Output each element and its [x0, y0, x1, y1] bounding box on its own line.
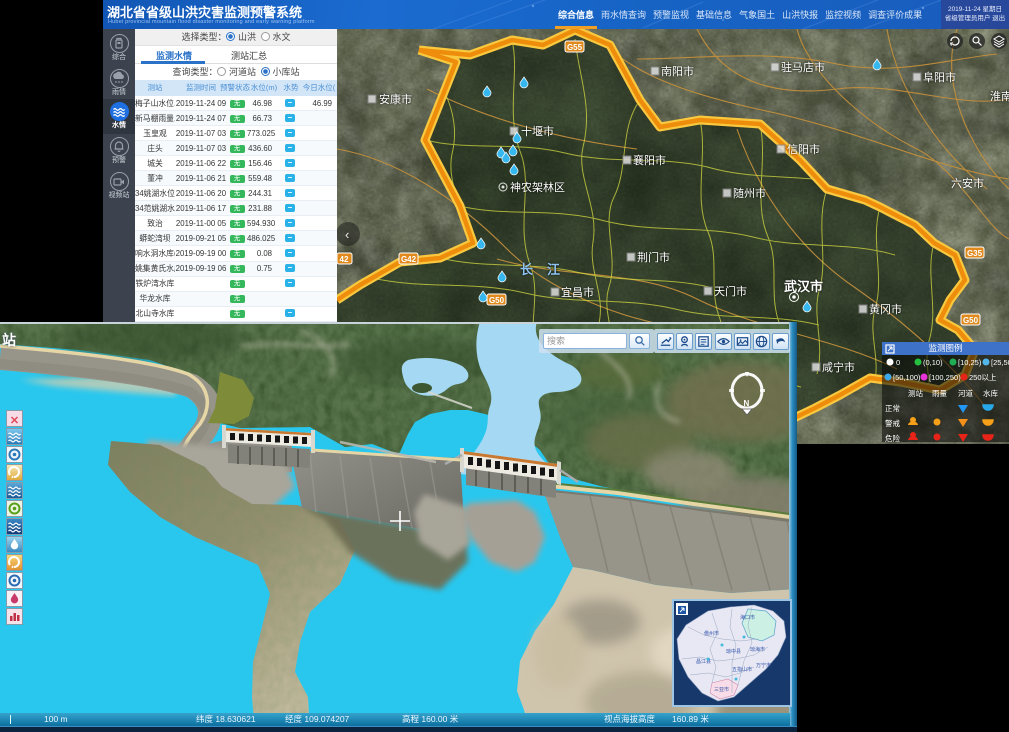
- svg-text:十堰市: 十堰市: [521, 124, 554, 138]
- svg-text:250以上: 250以上: [969, 373, 997, 382]
- svg-text:[25,50: [25,50: [991, 358, 1009, 367]
- svg-text:G35: G35: [967, 249, 983, 258]
- svg-text:水库: 水库: [983, 388, 998, 398]
- svg-text:神农架林区: 神农架林区: [510, 180, 565, 194]
- svg-text:警戒: 警戒: [885, 418, 900, 428]
- svg-text:长江: 长江: [520, 262, 574, 277]
- svg-text:南阳市: 南阳市: [661, 64, 694, 78]
- svg-text:海口市: 海口市: [740, 614, 755, 621]
- svg-text:荆门市: 荆门市: [637, 250, 670, 264]
- svg-text:三亚市: 三亚市: [714, 686, 729, 693]
- svg-text:随州市: 随州市: [733, 186, 766, 200]
- svg-text:黄冈市: 黄冈市: [869, 302, 902, 316]
- svg-text:G55: G55: [567, 43, 583, 52]
- svg-text:驻马店市: 驻马店市: [781, 60, 825, 74]
- svg-text:武汉市: 武汉市: [784, 279, 823, 294]
- svg-text:六安市: 六安市: [951, 176, 984, 190]
- svg-text:雨量: 雨量: [932, 389, 947, 398]
- svg-text:42: 42: [340, 255, 349, 264]
- svg-text:天门市: 天门市: [714, 284, 747, 298]
- svg-text:信阳市: 信阳市: [787, 142, 820, 156]
- svg-text:咸宁市: 咸宁市: [822, 360, 855, 374]
- svg-text:襄阳市: 襄阳市: [633, 153, 666, 167]
- svg-text:G50: G50: [489, 296, 505, 305]
- svg-text:万宁市: 万宁市: [756, 662, 771, 669]
- svg-text:河道: 河道: [958, 388, 973, 398]
- svg-text:[50,100): [50,100): [893, 373, 921, 382]
- svg-text:G50: G50: [963, 316, 979, 325]
- svg-text:N: N: [744, 399, 750, 408]
- svg-text:[10,25): [10,25): [958, 358, 982, 367]
- svg-text:G42: G42: [401, 255, 417, 264]
- svg-text:0: 0: [896, 358, 900, 367]
- svg-text:儋州市: 儋州市: [704, 630, 719, 637]
- svg-text:阜阳市: 阜阳市: [923, 70, 956, 84]
- svg-text:宜昌市: 宜昌市: [561, 285, 594, 299]
- svg-text:测站: 测站: [908, 388, 923, 398]
- svg-text:‹: ‹: [345, 227, 349, 242]
- svg-text:琼海市: 琼海市: [750, 646, 765, 653]
- svg-text:正常: 正常: [885, 404, 900, 413]
- svg-text:琼中县: 琼中县: [726, 648, 741, 655]
- svg-text:[100,250): [100,250): [929, 373, 961, 382]
- svg-text:五指山市: 五指山市: [732, 666, 752, 673]
- svg-text:危险: 危险: [885, 433, 900, 442]
- svg-text:安康市: 安康市: [379, 92, 412, 106]
- svg-text:淮南: 淮南: [990, 90, 1009, 103]
- svg-text:(0,10): (0,10): [923, 358, 943, 367]
